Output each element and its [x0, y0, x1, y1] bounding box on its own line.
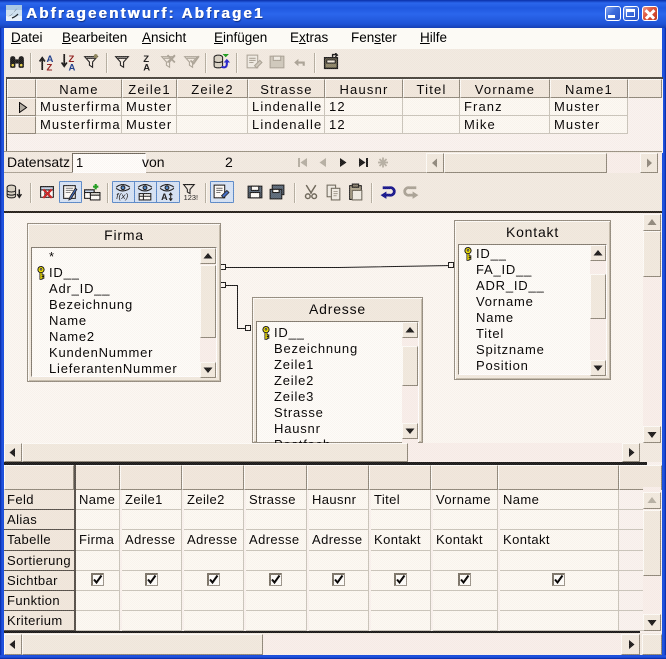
svg-text:Z: Z — [46, 62, 52, 71]
svg-text:f(x): f(x) — [116, 191, 128, 201]
svg-text:123!: 123! — [184, 193, 198, 201]
svg-text:A: A — [161, 192, 168, 201]
svg-text:A: A — [143, 62, 150, 71]
svg-text:A: A — [68, 62, 75, 71]
